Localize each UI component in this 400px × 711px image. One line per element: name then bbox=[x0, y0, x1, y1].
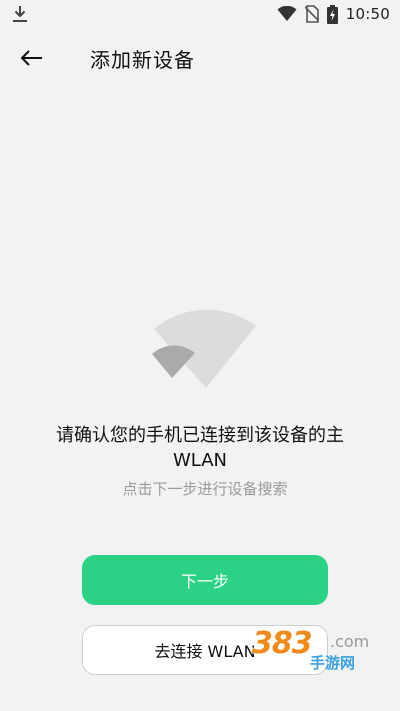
watermark: 383 .com 手游网 bbox=[252, 626, 382, 676]
status-time: 10:50 bbox=[345, 5, 390, 23]
no-sim-icon bbox=[304, 5, 319, 23]
back-button[interactable] bbox=[18, 46, 46, 70]
download-icon bbox=[13, 6, 27, 22]
battery-charging-icon bbox=[326, 4, 338, 24]
status-bar: 10:50 bbox=[0, 0, 400, 28]
watermark-logo: 383 bbox=[252, 626, 313, 661]
next-button[interactable]: 下一步 bbox=[82, 555, 328, 605]
watermark-domain: .com bbox=[330, 632, 370, 651]
confirm-connection-text: 请确认您的手机已连接到该设备的主WLAN bbox=[56, 425, 344, 471]
page-title: 添加新设备 bbox=[90, 48, 195, 72]
hint-text: 点击下一步进行设备搜索 bbox=[122, 480, 288, 498]
watermark-subtitle: 手游网 bbox=[310, 654, 356, 672]
wifi-icon bbox=[277, 6, 297, 21]
arrow-left-icon bbox=[20, 50, 42, 66]
app-header: 添加新设备 bbox=[0, 36, 400, 80]
status-icons: 10:50 bbox=[277, 4, 390, 24]
wifi-icon bbox=[152, 309, 256, 388]
